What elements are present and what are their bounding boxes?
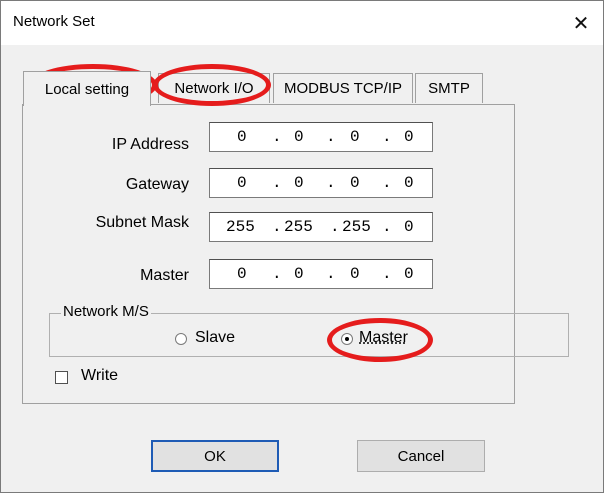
subnet-octet-2: 255 (284, 218, 313, 236)
ok-button[interactable]: OK (151, 440, 279, 472)
ip-address-field[interactable]: 0 . 0 . 0 . 0 (209, 122, 433, 152)
gateway-octet-2: 0 (294, 174, 304, 192)
subnet-octet-3: 255 (342, 218, 371, 236)
tab-network-io[interactable]: Network I/O (158, 73, 270, 103)
slave-radio-label[interactable]: Slave (195, 329, 235, 347)
master-radio[interactable] (341, 333, 353, 345)
gateway-field[interactable]: 0 . 0 . 0 . 0 (209, 168, 433, 198)
ip-octet-4: 0 (404, 128, 414, 146)
ip-octet-2: 0 (294, 128, 304, 146)
master-ip-field[interactable]: 0 . 0 . 0 . 0 (209, 259, 433, 289)
title-bar: Network Set ✕ (1, 1, 603, 45)
master-radio-label[interactable]: Master (359, 329, 408, 347)
gateway-label: Gateway (125, 176, 189, 193)
subnet-octet-1: 255 (226, 218, 255, 236)
window-title: Network Set (13, 13, 95, 30)
master-label: Master (140, 267, 189, 284)
tab-smtp[interactable]: SMTP (415, 73, 483, 103)
ip-octet-1: 0 (237, 128, 247, 146)
tab-local-setting[interactable]: Local setting (23, 71, 151, 106)
subnet-mask-label: Subnet Mask (95, 214, 189, 231)
tab-modbus-tcpip[interactable]: MODBUS TCP/IP (273, 73, 413, 103)
network-ms-group-label: Network M/S (61, 303, 151, 320)
gateway-octet-1: 0 (237, 174, 247, 192)
write-checkbox-label[interactable]: Write (81, 367, 118, 385)
master-octet-2: 0 (294, 265, 304, 283)
ip-octet-3: 0 (350, 128, 360, 146)
cancel-button[interactable]: Cancel (357, 440, 485, 472)
write-checkbox[interactable] (55, 371, 68, 384)
close-icon[interactable]: ✕ (559, 1, 603, 45)
master-octet-1: 0 (237, 265, 247, 283)
network-set-dialog: Network Set ✕ Local setting Network I/O … (0, 0, 604, 493)
subnet-mask-field[interactable]: 255 . 255 . 255 . 0 (209, 212, 433, 242)
gateway-octet-4: 0 (404, 174, 414, 192)
master-octet-4: 0 (404, 265, 414, 283)
gateway-octet-3: 0 (350, 174, 360, 192)
master-octet-3: 0 (350, 265, 360, 283)
ip-address-label: IP Address (111, 136, 189, 153)
slave-radio[interactable] (175, 333, 187, 345)
subnet-octet-4: 0 (404, 218, 414, 236)
